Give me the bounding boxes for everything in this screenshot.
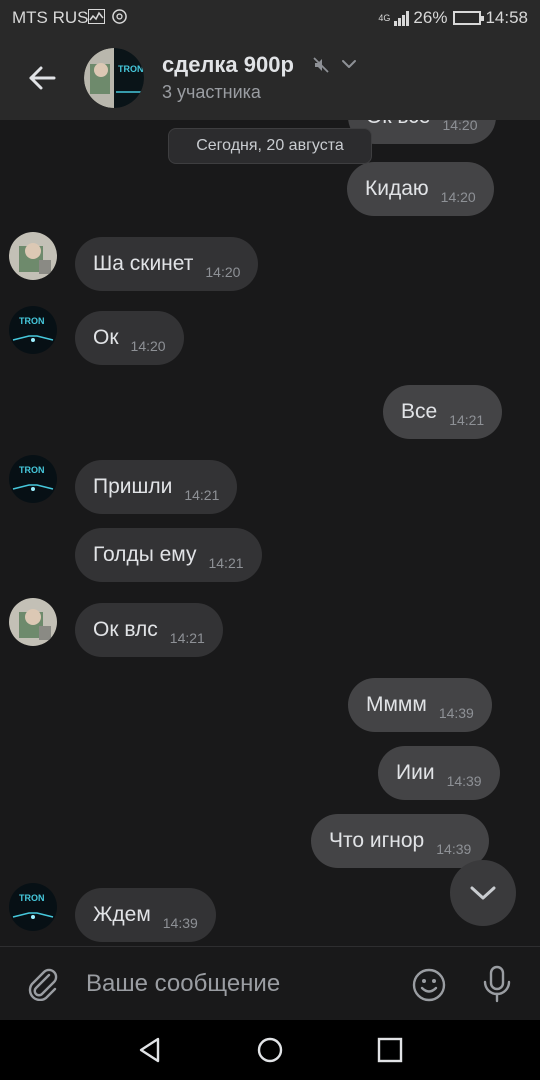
message-bubble-incoming[interactable]: Пришли 14:21 bbox=[75, 460, 238, 514]
svg-text:TRON: TRON bbox=[19, 893, 45, 903]
chevron-down-icon bbox=[470, 886, 496, 900]
chat-title[interactable]: сделка 900р bbox=[162, 52, 294, 78]
message-input[interactable] bbox=[86, 965, 386, 1003]
avatar[interactable]: TRON bbox=[9, 306, 57, 354]
message-text: Ждем bbox=[93, 903, 151, 926]
battery-percent: 26% bbox=[413, 8, 448, 27]
message-text: Все bbox=[401, 400, 438, 423]
network-type: 4G bbox=[378, 12, 391, 23]
message-time: 14:39 bbox=[446, 773, 482, 789]
emoji-icon[interactable] bbox=[411, 967, 447, 1003]
nav-recent-apps-icon[interactable] bbox=[377, 1037, 403, 1063]
message-bubble-outgoing[interactable]: Кидаю 14:20 bbox=[347, 162, 494, 216]
message-time: 14:20 bbox=[442, 120, 478, 133]
message-text: Ша скинет bbox=[93, 252, 194, 275]
message-bubble-outgoing[interactable]: Все 14:21 bbox=[383, 385, 503, 439]
carrier-name: MTS RUS bbox=[12, 8, 89, 27]
message-bubble-incoming[interactable]: Ждем 14:39 bbox=[75, 888, 216, 942]
message-bubble-incoming[interactable]: Ок влс 14:21 bbox=[75, 603, 223, 657]
message-time: 14:20 bbox=[205, 264, 241, 280]
chat-avatar[interactable]: TRON bbox=[84, 48, 144, 108]
message-text: Иии bbox=[396, 761, 435, 784]
message-time: 14:39 bbox=[162, 915, 198, 931]
message-text: Мммм bbox=[366, 693, 427, 716]
message-text: Голды ему bbox=[93, 543, 197, 566]
message-text: Кидаю bbox=[365, 177, 429, 200]
scroll-to-bottom-button[interactable] bbox=[450, 860, 516, 926]
message-time: 14:21 bbox=[184, 487, 220, 503]
message-time: 14:21 bbox=[169, 630, 205, 646]
nav-home-icon[interactable] bbox=[256, 1036, 284, 1064]
message-composer bbox=[0, 946, 540, 1020]
message-list[interactable]: Ок все 14:20 Кидаю 14:20 Ша скинет 14:20… bbox=[0, 120, 540, 945]
message-bubble-outgoing[interactable]: Иии 14:39 bbox=[378, 746, 500, 800]
chat-members-count[interactable]: 3 участника bbox=[162, 82, 261, 103]
message-bubble-incoming[interactable]: Ок 14:20 bbox=[75, 311, 184, 365]
avatar[interactable]: TRON bbox=[9, 883, 57, 931]
message-time: 14:21 bbox=[449, 412, 485, 428]
message-text: Пришли bbox=[93, 475, 173, 498]
chat-header: TRON сделка 900р 3 участника bbox=[0, 36, 540, 120]
message-text: Что игнор bbox=[329, 829, 425, 852]
date-divider: Сегодня, 20 августа bbox=[168, 128, 372, 164]
chrome-icon bbox=[112, 9, 127, 24]
avatar[interactable]: TRON bbox=[9, 455, 57, 503]
signal-icon bbox=[393, 10, 410, 26]
svg-text:TRON: TRON bbox=[118, 64, 144, 74]
message-bubble-incoming[interactable]: Ша скинет 14:20 bbox=[75, 237, 259, 291]
message-bubble-incoming[interactable]: Голды ему 14:21 bbox=[75, 528, 262, 582]
activity-icon bbox=[88, 9, 105, 24]
message-text: Ок bbox=[93, 326, 119, 349]
microphone-icon[interactable] bbox=[482, 965, 512, 1003]
status-time: 14:58 bbox=[485, 8, 528, 27]
battery-icon bbox=[453, 11, 485, 25]
message-time: 14:20 bbox=[130, 338, 166, 354]
message-time: 14:21 bbox=[208, 555, 244, 571]
svg-text:TRON: TRON bbox=[19, 316, 45, 326]
avatar[interactable] bbox=[9, 232, 57, 280]
message-text: Ок влс bbox=[93, 618, 158, 641]
avatar[interactable] bbox=[9, 598, 57, 646]
back-arrow-icon[interactable] bbox=[22, 58, 62, 98]
message-time: 14:20 bbox=[440, 189, 476, 205]
message-time: 14:39 bbox=[436, 841, 472, 857]
svg-text:TRON: TRON bbox=[19, 465, 45, 475]
status-bar: MTS RUS 4G 26% 14:58 bbox=[0, 0, 540, 36]
mute-icon bbox=[313, 57, 329, 73]
message-text: Ок все bbox=[366, 120, 430, 129]
nav-back-icon[interactable] bbox=[136, 1036, 164, 1064]
chevron-down-icon[interactable] bbox=[341, 58, 357, 70]
paperclip-icon[interactable] bbox=[24, 965, 60, 1001]
message-time: 14:39 bbox=[438, 705, 474, 721]
system-navigation-bar bbox=[0, 1020, 540, 1080]
message-bubble-outgoing[interactable]: Мммм 14:39 bbox=[348, 678, 492, 732]
